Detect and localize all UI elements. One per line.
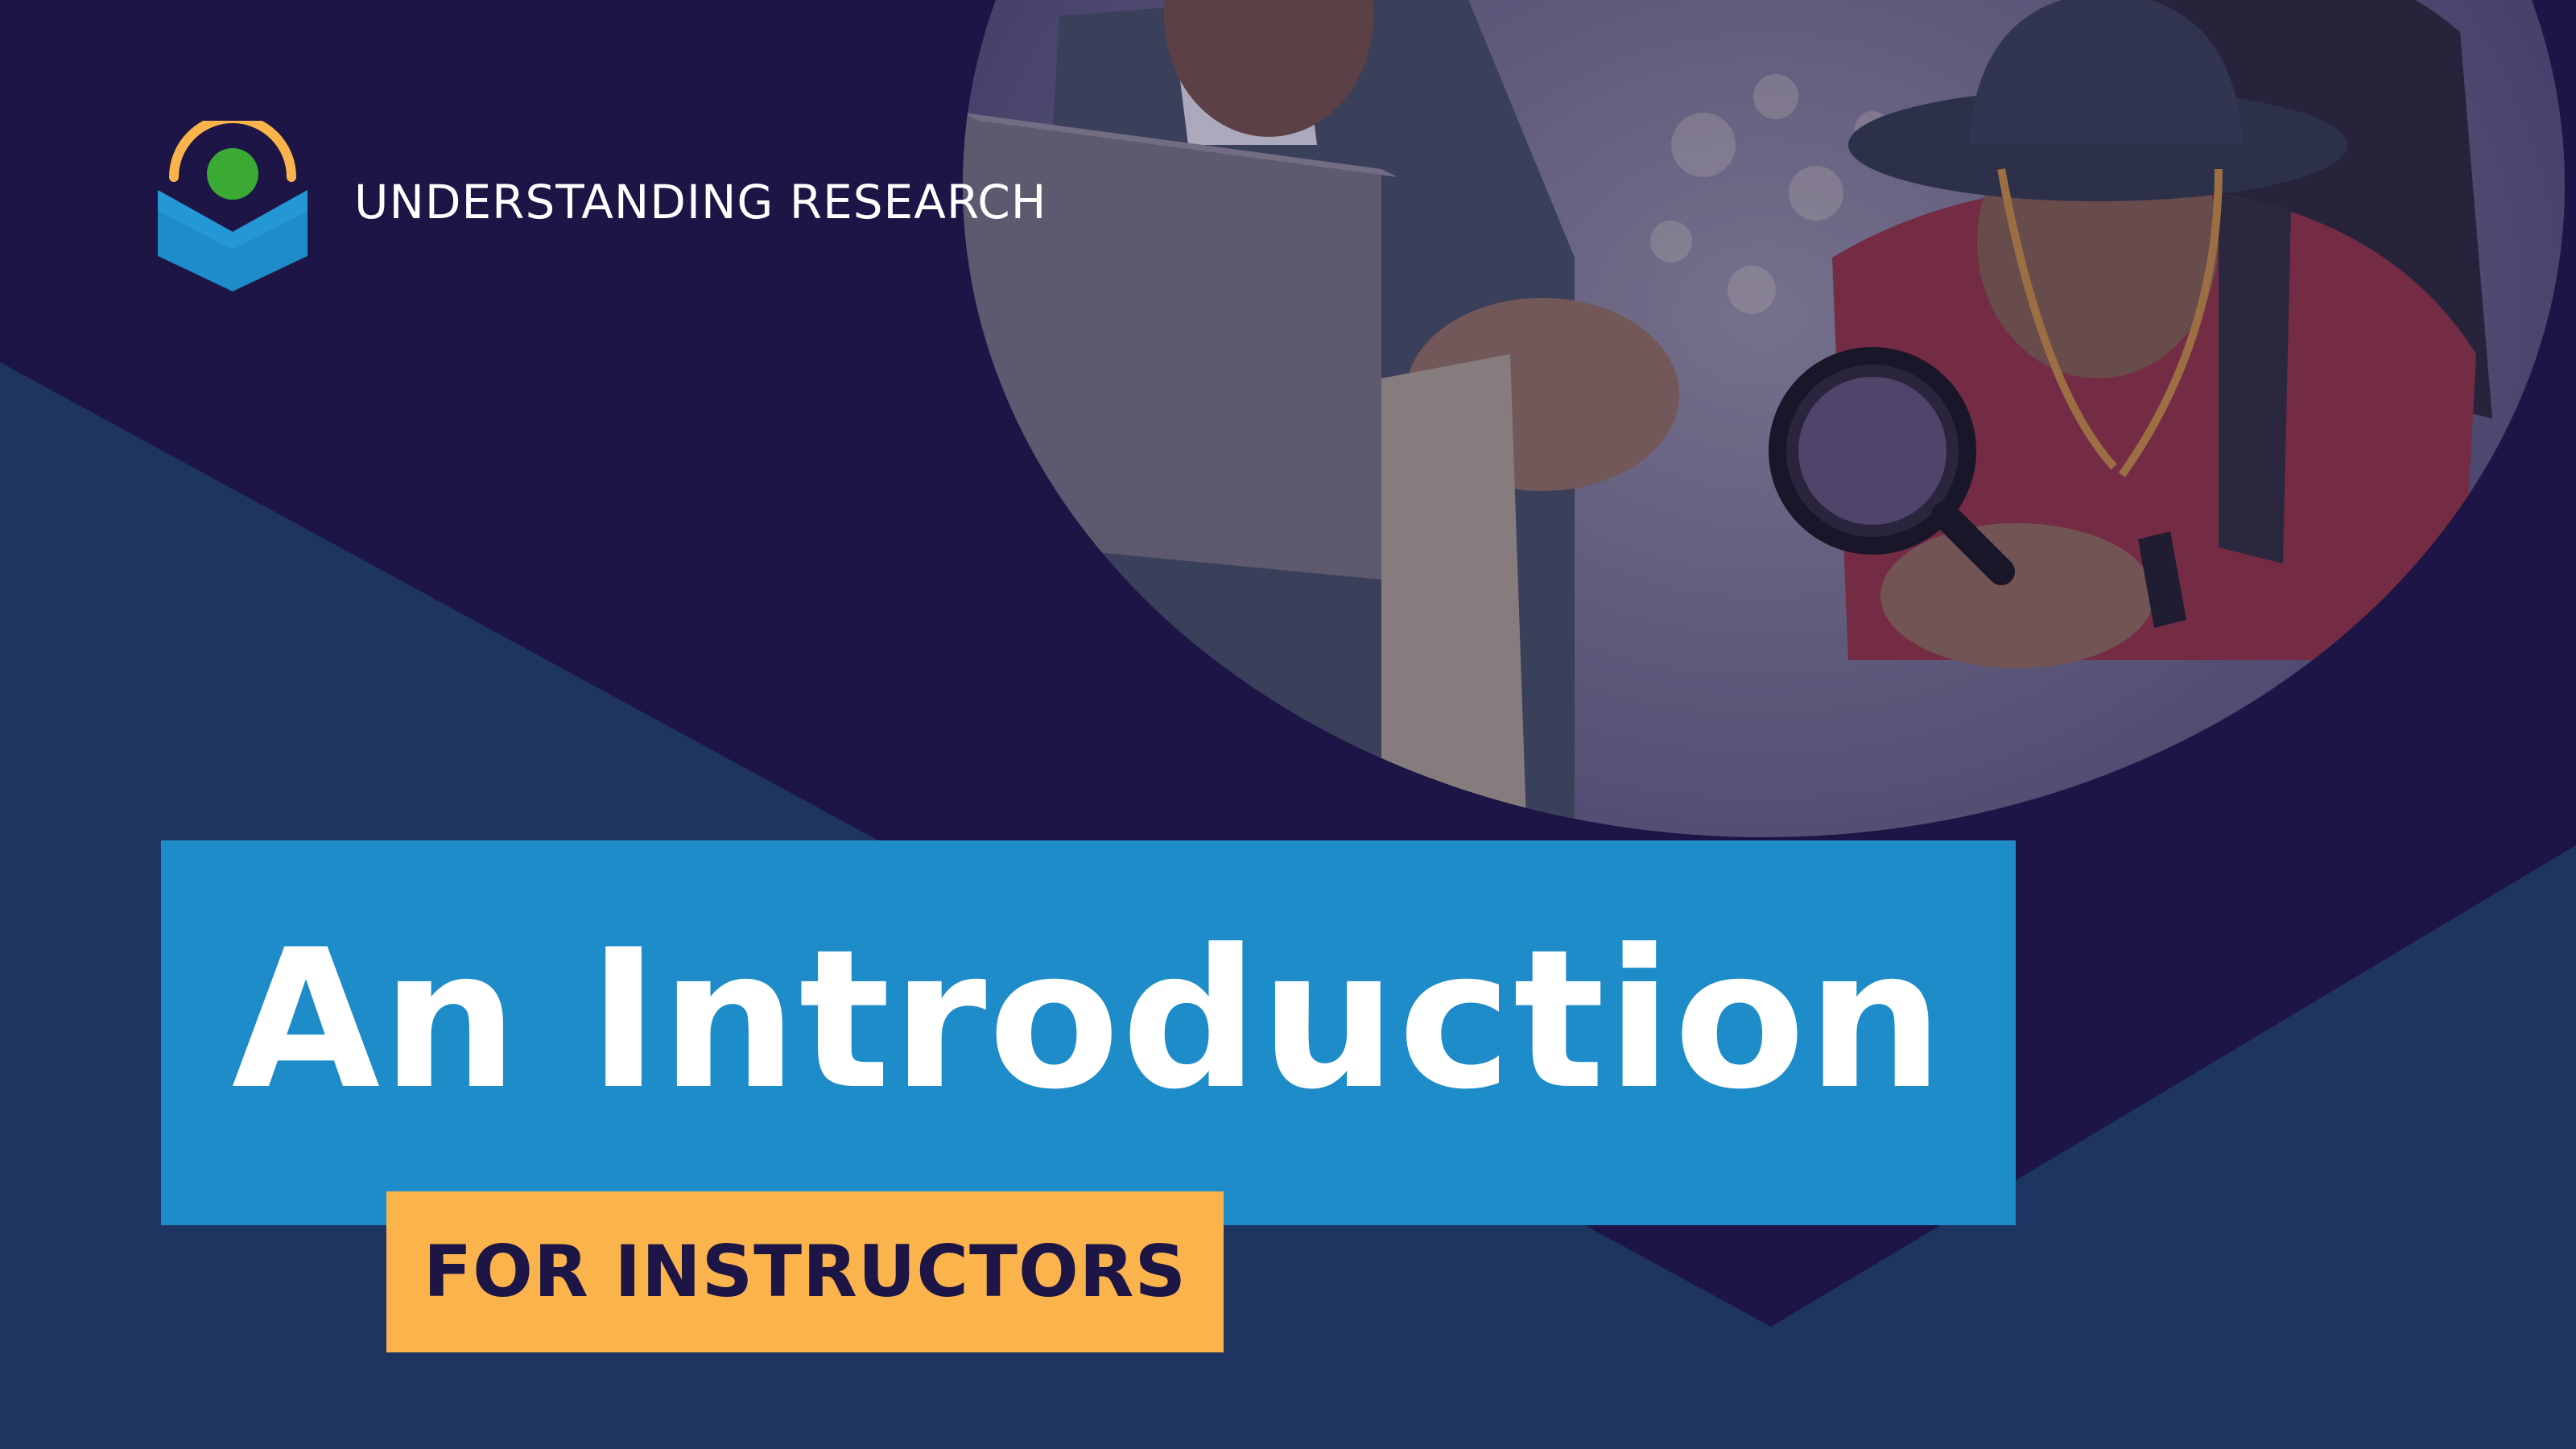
brand-name: UNDERSTANDING RESEARCH [354,175,1047,229]
audience-badge: FOR INSTRUCTORS [386,1191,1224,1352]
audience-label: FOR INSTRUCTORS [423,1230,1187,1313]
page-title: An Introduction [231,909,1946,1132]
title-banner: An Introduction [161,840,2016,1225]
slide: UNDERSTANDING RESEARCH An Introduction F… [0,0,2576,1449]
book-eye-logo-icon [158,121,308,291]
